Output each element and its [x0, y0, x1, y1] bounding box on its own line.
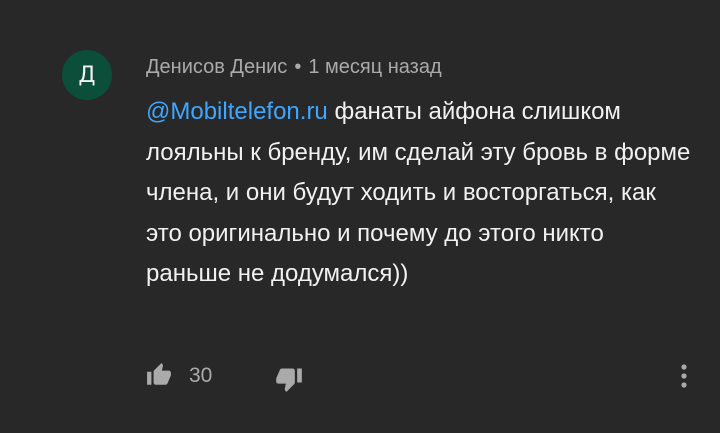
more-vert-icon [681, 364, 687, 388]
comment-header: Денисов Денис • 1 месяц назад [146, 54, 442, 80]
like-button[interactable] [144, 360, 174, 390]
more-options-button[interactable] [670, 360, 698, 392]
meta-separator: • [294, 56, 302, 78]
comment: Д Денисов Денис • 1 месяц назад @Mobiltele… [0, 0, 720, 433]
avatar[interactable]: Д [62, 50, 112, 100]
comment-timestamp[interactable]: 1 месяц назад [308, 56, 441, 78]
author-name[interactable]: Денисов Денис [146, 56, 287, 78]
thumb-up-icon [147, 363, 171, 385]
comment-body: фанаты айфона слишком лояльны к бренду, … [146, 98, 691, 287]
thumb-down-icon [276, 368, 302, 392]
like-count: 30 [189, 364, 213, 387]
dislike-button[interactable] [272, 364, 306, 394]
mention-link[interactable]: @Mobiltelefon.ru [146, 98, 328, 125]
comment-text: @Mobiltelefon.ru фанаты айфона слишком л… [146, 92, 694, 295]
avatar-letter: Д [78, 62, 96, 88]
comment-actions: 30 [0, 356, 720, 396]
